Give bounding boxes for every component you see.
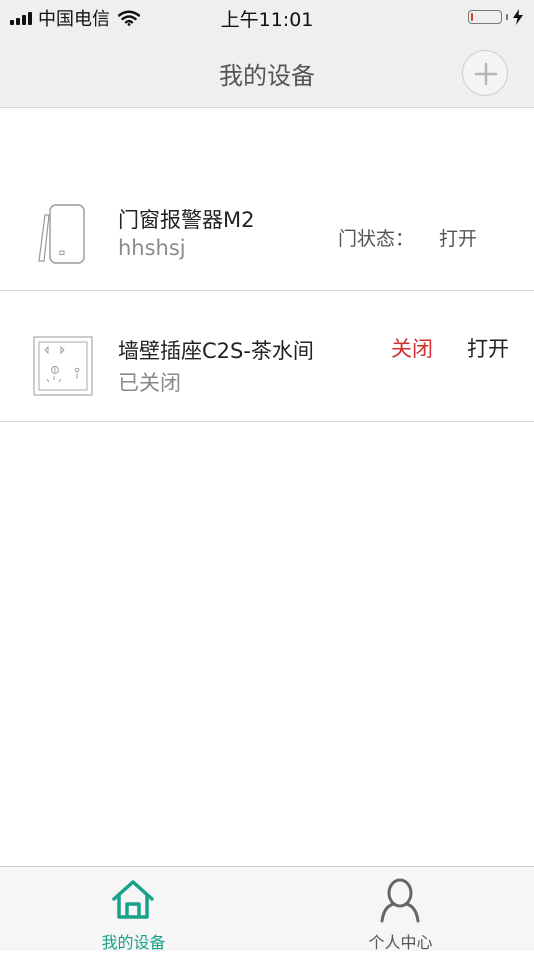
device-subtitle: hhshsj — [118, 236, 186, 260]
status-time: 上午11:01 — [220, 9, 314, 31]
tab-bar: 我的设备 个人中心 — [0, 866, 534, 952]
device-row-wall-socket[interactable]: 墙壁插座C2S-茶水间 已关闭 关闭 打开 — [0, 291, 534, 421]
home-icon — [112, 880, 154, 919]
status-bar: 中国电信 上午11:01 — [0, 0, 534, 36]
wall-socket-icon — [33, 336, 93, 396]
person-icon — [380, 878, 420, 923]
page-title: 我的设备 — [219, 62, 315, 90]
socket-off-button[interactable]: 关闭 — [391, 333, 433, 363]
tab-label: 个人中心 — [368, 933, 433, 952]
tab-my-devices[interactable]: 我的设备 — [0, 867, 267, 952]
nav-bar: 我的设备 — [0, 36, 534, 108]
device-name: 门窗报警器M2 — [118, 208, 255, 232]
device-subtitle: 已关闭 — [118, 371, 181, 395]
door-status-label: 门状态： — [338, 228, 415, 250]
battery-tip — [506, 14, 508, 20]
device-row-door-sensor[interactable]: 门窗报警器M2 hhshsj 门状态： 打开 — [0, 180, 534, 290]
status-right — [468, 9, 524, 25]
tab-profile[interactable]: 个人中心 — [267, 867, 534, 952]
row-divider — [0, 421, 534, 422]
device-name: 墙壁插座C2S-茶水间 — [118, 339, 314, 363]
door-status-value: 打开 — [439, 228, 478, 250]
plus-icon — [474, 62, 498, 86]
charging-bolt-icon — [513, 9, 523, 25]
door-window-sensor-icon — [38, 204, 85, 264]
socket-on-button[interactable]: 打开 — [467, 333, 509, 363]
battery-icon — [468, 10, 502, 24]
tab-label: 我的设备 — [101, 933, 166, 952]
add-device-button[interactable] — [462, 50, 508, 96]
